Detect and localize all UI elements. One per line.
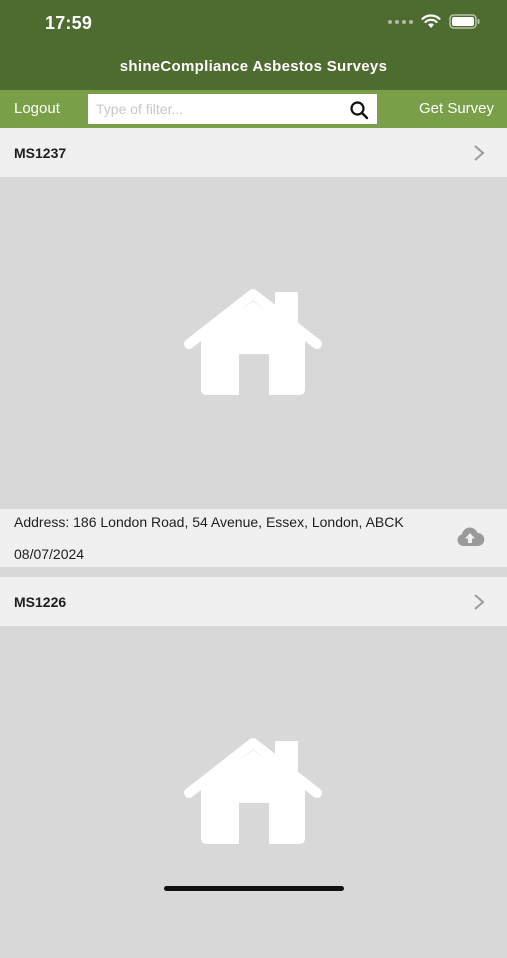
card-separator — [0, 567, 507, 577]
logout-button[interactable]: Logout — [14, 100, 60, 117]
chevron-right-icon — [474, 145, 485, 161]
search-icon[interactable] — [349, 100, 369, 120]
survey-card: MS1226 — [0, 577, 507, 958]
get-survey-button[interactable]: Get Survey — [419, 100, 494, 117]
filter-box — [88, 94, 377, 124]
survey-date: 08/07/2024 — [14, 546, 85, 562]
status-icons — [388, 14, 481, 29]
survey-id: MS1226 — [14, 594, 67, 610]
cloud-upload-icon[interactable] — [455, 526, 485, 548]
survey-list: MS1237 Address: 186 London Road, 54 Aven… — [0, 128, 507, 958]
survey-info: Address: 186 London Road, 54 Avenue, Ess… — [0, 509, 507, 567]
survey-header[interactable]: MS1237 — [0, 128, 507, 177]
survey-card: MS1237 Address: 186 London Road, 54 Aven… — [0, 128, 507, 567]
battery-icon — [449, 14, 480, 29]
survey-image[interactable] — [0, 626, 507, 958]
survey-address: Address: 186 London Road, 54 Avenue, Ess… — [14, 514, 404, 530]
status-time: 17:59 — [45, 13, 93, 33]
home-indicator — [164, 886, 344, 891]
cellular-signal-icon — [388, 19, 413, 24]
survey-image[interactable] — [0, 177, 507, 509]
house-icon — [184, 738, 322, 844]
navigation-header: 17:59 shineCompliance Asbestos Surveys — [0, 0, 507, 90]
filter-input[interactable] — [88, 94, 346, 124]
toolbar: Logout Get Survey — [0, 90, 507, 128]
house-icon — [184, 289, 322, 395]
wifi-icon — [421, 14, 441, 28]
app-title: shineCompliance Asbestos Surveys — [119, 58, 388, 75]
survey-header[interactable]: MS1226 — [0, 577, 507, 626]
survey-id: MS1237 — [14, 145, 67, 161]
chevron-right-icon — [474, 594, 485, 610]
